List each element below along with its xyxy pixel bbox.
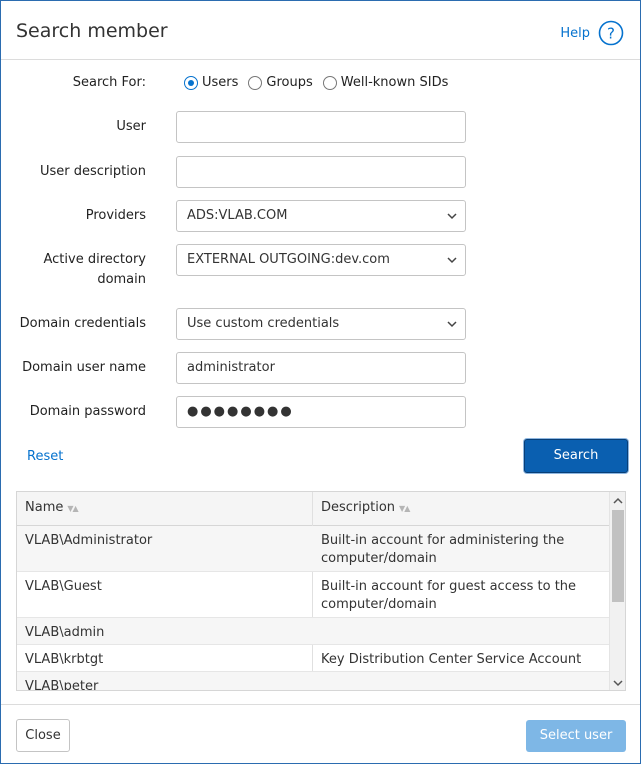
providers-select[interactable]: ADS:VLAB.COM xyxy=(176,200,466,232)
domain-user-name-input[interactable]: administrator xyxy=(176,352,466,384)
search-button[interactable]: Search xyxy=(524,439,628,473)
column-header-description[interactable]: Description ▼▲ xyxy=(313,492,609,526)
table-body: VLAB\Administrator Built-in account for … xyxy=(17,526,610,691)
radio-button-users[interactable] xyxy=(184,75,198,90)
user-input[interactable] xyxy=(176,111,466,143)
select-user-button[interactable]: Select user xyxy=(526,720,626,752)
ad-domain-label-line2: domain xyxy=(97,272,146,287)
scrollbar-thumb[interactable] xyxy=(612,510,624,602)
results-table: Name ▼▲ Description ▼▲ VLAB\Administrator … xyxy=(16,491,626,691)
domain-credentials-label: Domain credentials xyxy=(19,316,146,331)
help-area: Help ? xyxy=(560,20,624,46)
table-row[interactable]: VLAB\Guest Built-in account for guest ac… xyxy=(17,572,610,618)
providers-value: ADS:VLAB.COM xyxy=(187,208,288,223)
column-header-name-label: Name xyxy=(25,500,64,515)
radio-users[interactable]: Users xyxy=(184,75,238,90)
ad-domain-label: Active directory domain xyxy=(43,250,146,290)
row-name: VLAB\krbtgt xyxy=(25,652,104,667)
search-for-radio-group: Users Groups Well-known SIDs xyxy=(184,75,448,90)
user-label: User xyxy=(116,119,146,134)
row-description: Key Distribution Center Service Account xyxy=(321,652,582,667)
radio-button-groups[interactable] xyxy=(248,75,263,90)
search-member-dialog: Search member Help ? Search For: Users G… xyxy=(0,0,641,764)
row-name: VLAB\peter xyxy=(25,679,99,691)
chevron-down-icon xyxy=(447,213,457,220)
sort-icon: ▼▲ xyxy=(399,504,410,513)
dialog-header: Search member Help ? xyxy=(1,1,640,60)
ad-domain-label-line1: Active directory xyxy=(43,252,146,267)
close-button[interactable]: Close xyxy=(16,719,70,752)
table-row[interactable]: VLAB\krbtgt Key Distribution Center Serv… xyxy=(17,645,610,672)
table-scrollbar[interactable] xyxy=(609,492,625,690)
domain-credentials-select[interactable]: Use custom credentials xyxy=(176,308,466,340)
radio-groups-label: Groups xyxy=(266,75,313,90)
row-name: VLAB\admin xyxy=(25,625,105,640)
user-description-input[interactable] xyxy=(176,156,466,188)
column-header-description-label: Description xyxy=(321,500,396,515)
radio-well-known-sids-label: Well-known SIDs xyxy=(340,75,449,90)
column-header-name[interactable]: Name ▼▲ xyxy=(17,492,312,526)
domain-password-label: Domain password xyxy=(29,404,146,419)
help-link[interactable]: Help xyxy=(560,26,590,41)
chevron-down-icon xyxy=(447,321,457,328)
search-for-label: Search For: xyxy=(72,75,146,90)
scroll-up-icon[interactable] xyxy=(613,496,623,506)
table-row[interactable]: VLAB\Administrator Built-in account for … xyxy=(17,526,610,572)
ad-domain-value: EXTERNAL OUTGOING:dev.com xyxy=(187,252,390,267)
table-row[interactable]: VLAB\admin xyxy=(17,618,610,645)
help-icon[interactable]: ? xyxy=(598,20,624,46)
row-description: Built-in account for administering the c… xyxy=(321,533,565,566)
table-row[interactable]: VLAB\peter xyxy=(17,672,610,691)
row-description: Built-in account for guest access to the… xyxy=(321,579,577,612)
dialog-footer: Close Select user xyxy=(1,704,640,763)
chevron-down-icon xyxy=(447,257,457,264)
radio-users-label: Users xyxy=(202,75,239,90)
domain-credentials-value: Use custom credentials xyxy=(187,316,340,331)
radio-groups[interactable]: Groups xyxy=(248,75,313,90)
domain-user-name-label: Domain user name xyxy=(22,360,146,375)
row-description xyxy=(313,618,609,630)
svg-text:?: ? xyxy=(607,25,615,43)
radio-button-well-known-sids[interactable] xyxy=(322,75,337,90)
providers-label: Providers xyxy=(85,208,146,223)
ad-domain-select[interactable]: EXTERNAL OUTGOING:dev.com xyxy=(176,244,466,276)
radio-well-known-sids[interactable]: Well-known SIDs xyxy=(322,75,449,90)
reset-link[interactable]: Reset xyxy=(27,449,63,464)
table-header: Name ▼▲ Description ▼▲ xyxy=(17,492,610,526)
scroll-down-icon[interactable] xyxy=(613,678,623,688)
dialog-title: Search member xyxy=(16,20,168,42)
row-name: VLAB\Guest xyxy=(25,579,102,594)
sort-icon: ▼▲ xyxy=(67,504,78,513)
row-description xyxy=(313,672,609,684)
user-description-label: User description xyxy=(39,164,146,179)
row-name: VLAB\Administrator xyxy=(25,533,153,548)
domain-password-input[interactable]: ●●●●●●●● xyxy=(176,396,466,428)
